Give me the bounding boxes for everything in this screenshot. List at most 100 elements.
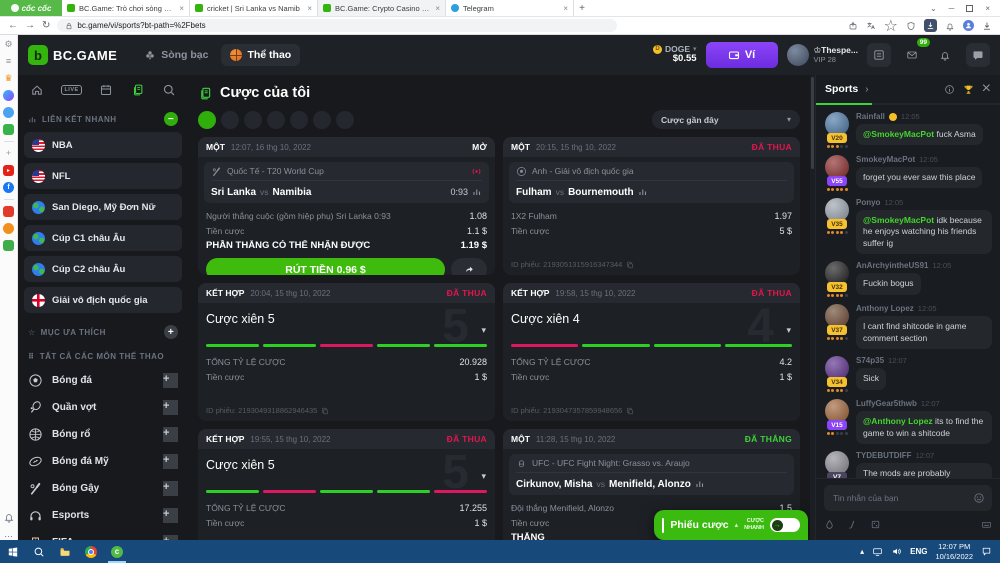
expand-sport-button[interactable]: + [163,400,178,415]
quick-link-item[interactable]: NBA [24,132,182,158]
stats-icon[interactable] [472,187,482,197]
match-panel[interactable]: UFC - UFC Fight Night: Grasso vs. Araujo… [509,454,794,495]
trophy-icon[interactable] [963,84,974,95]
translate-icon[interactable] [866,21,876,31]
keyboard-icon[interactable] [981,519,992,530]
slash-command-icon[interactable] [847,519,858,530]
minimize-button[interactable]: ─ [949,4,955,13]
chat-input[interactable] [824,485,992,511]
sort-dropdown[interactable]: Cược gần đây ▾ [652,110,800,129]
tray-expand-icon[interactable]: ▴ [860,547,864,556]
mention[interactable]: @Anthony Lopez [863,416,935,426]
quick-link-item[interactable]: San Diego, Mỹ Đơn Nữ [24,194,182,220]
forward-button[interactable]: → [25,21,35,31]
chrome-button[interactable] [78,540,104,563]
bookmark-star-icon[interactable]: ☆ [884,16,898,36]
filter-pill[interactable] [221,111,239,129]
downloads-icon[interactable] [982,21,992,31]
emoji-icon[interactable] [973,492,985,504]
file-explorer-button[interactable] [52,540,78,563]
chat-username[interactable]: Ponyo [856,198,880,207]
quick-link-item[interactable]: Giải vô địch quốc gia [24,287,182,313]
expand-sport-button[interactable]: + [163,454,178,469]
bell-icon[interactable] [3,511,15,523]
start-button[interactable] [0,540,26,563]
calendar-icon[interactable] [99,83,113,97]
mention[interactable]: @SmokeyMacPot [863,215,936,225]
chat-username[interactable]: Rainfall [856,112,885,121]
browser-tab[interactable]: Telegram × [446,0,574,16]
browser-tab[interactable]: cricket | Sri Lanka vs Namib × [190,0,318,16]
chat-toggle-button[interactable] [966,43,990,67]
wallet-button[interactable]: Ví [706,42,778,68]
maximize-button[interactable] [966,5,973,12]
action-center-icon[interactable] [981,546,992,557]
chevron-down-icon[interactable]: ▾ [481,471,486,482]
alarm-shortcut-icon[interactable] [3,223,14,234]
scrollbar-thumb[interactable] [811,77,814,169]
sport-row[interactable]: Bóng rổ + [24,421,182,448]
chat-username[interactable]: Anthony Lopez [856,304,914,313]
chevron-right-icon[interactable]: › [865,84,868,95]
reload-button[interactable]: ↻ [42,21,50,31]
combo-header[interactable]: Cược xiên 5 5 ▾ [198,449,495,476]
filter-pill[interactable] [336,111,354,129]
balance-display[interactable]: D DOGE ▾ $0.55 [653,45,697,65]
quick-link-item[interactable]: Cúp C2 châu Âu [24,256,182,282]
bet-card[interactable]: MỘT 12:07, 16 thg 10, 2022 MỞ Quốc Tế - … [198,137,495,275]
bet-card[interactable]: MỘT 20:15, 15 thg 10, 2022 ĐÃ THUA Anh -… [503,137,800,275]
filter-pill[interactable] [198,111,216,129]
filter-pill[interactable] [313,111,331,129]
taskbar-search-button[interactable] [26,540,52,563]
stats-icon[interactable] [695,479,705,489]
close-chat-icon[interactable]: × [982,80,991,98]
games-icon[interactable] [3,124,14,135]
tab-close-icon[interactable]: × [435,4,440,13]
stats-icon[interactable] [638,187,648,197]
transactions-button[interactable] [867,43,891,67]
chat-username[interactable]: AnArchyintheUS91 [856,261,928,270]
combo-header[interactable]: Cược xiên 4 4 ▾ [503,303,800,330]
quick-bet-toggle[interactable]: → [770,518,800,532]
chevron-down-icon[interactable]: ▾ [481,325,486,336]
filter-pill[interactable] [290,111,308,129]
info-icon[interactable] [944,84,955,95]
sport-row[interactable]: Esports + [24,502,182,529]
nav-casino[interactable]: Sòng bạc [135,44,217,66]
tab-close-icon[interactable]: × [179,4,184,13]
copy-icon[interactable] [626,261,634,269]
coccoc-button[interactable]: c [104,540,130,563]
home-icon[interactable] [30,83,44,97]
chat-tab-sports[interactable]: Sports [825,83,858,95]
add-shortcut-icon[interactable]: + [3,148,14,159]
sale-shortcut-icon[interactable] [3,206,14,217]
chat-username[interactable]: S74p35 [856,356,884,365]
language-indicator[interactable]: ENG [910,547,927,556]
share-bet-button[interactable] [451,258,487,275]
sport-row[interactable]: Quần vợt + [24,394,182,421]
expand-sport-button[interactable]: + [163,508,178,523]
match-panel[interactable]: Anh - Giải vô địch quốc gia Fulham vs Bo… [509,162,794,203]
download-page-icon[interactable] [848,21,858,31]
garden-shortcut-icon[interactable] [3,240,14,251]
youtube-icon[interactable]: ▸ [3,165,14,176]
mention[interactable]: @SmokeyMacPot [863,129,936,139]
alerts-button[interactable] [933,43,957,67]
browser-tab[interactable]: BC.Game: Crypto Casino Gam × [318,0,446,16]
match-panel[interactable]: Quốc Tế - T20 World Cup Sri Lanka vs Nam… [204,162,489,203]
sport-row[interactable]: Bóng Gậy + [24,475,182,502]
sport-row[interactable]: FIFA + [24,529,182,540]
volume-icon[interactable] [891,546,902,557]
notification-bell-icon[interactable] [945,21,955,31]
chevron-down-icon[interactable]: ▾ [786,325,791,336]
inbox-button[interactable]: 99 [900,43,924,67]
twitter-icon[interactable] [3,107,14,118]
reading-list-icon[interactable]: ≡ [3,56,14,67]
more-icon[interactable]: … [3,529,14,540]
nav-sports[interactable]: Thể thao [221,44,300,66]
betslip-button[interactable]: Phiếu cược ▴ CƯỢCNHANH → [654,510,808,540]
expand-sport-button[interactable]: + [163,427,178,442]
tab-close-icon[interactable]: × [307,4,312,13]
settings-icon[interactable]: ⚙ [3,39,14,50]
browser-tab[interactable]: BC.Game: Trò chơi sòng bạc × [62,0,190,16]
